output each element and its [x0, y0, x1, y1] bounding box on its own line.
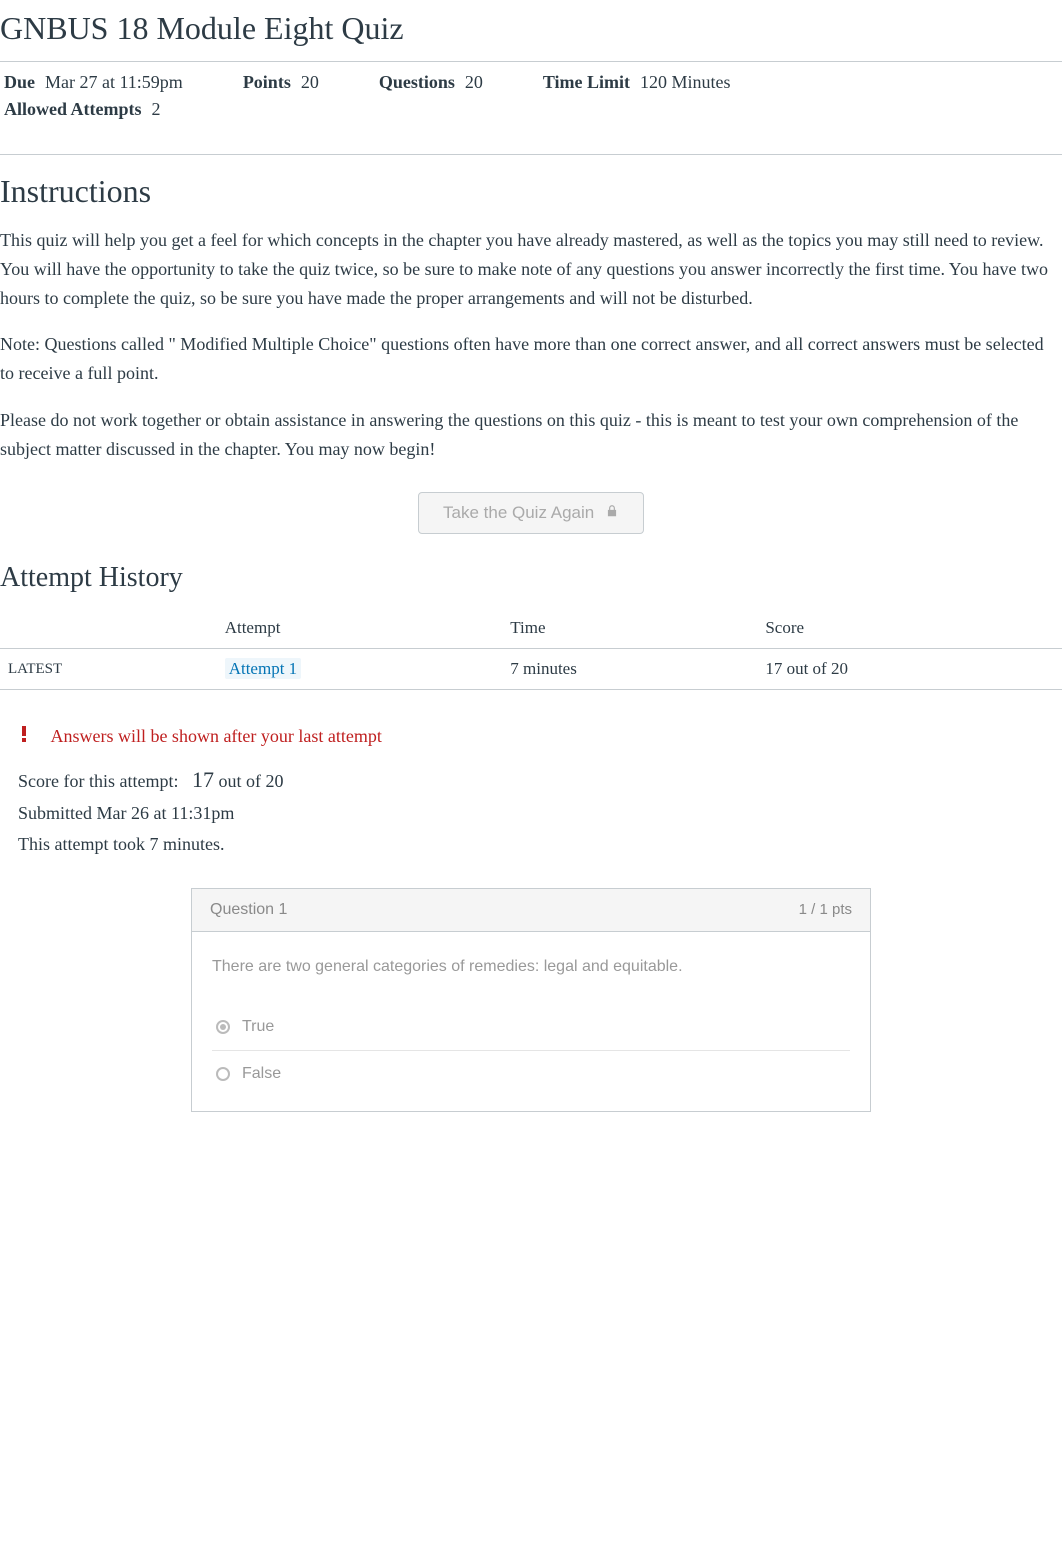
answer-true-label: True [242, 1018, 274, 1036]
score-number: 17 [192, 767, 214, 792]
attempts-value: 2 [152, 99, 161, 120]
quiz-meta-block: Due Mar 27 at 11:59pm Points 20 Question… [0, 61, 1062, 132]
question-points: 1 / 1 pts [799, 901, 852, 918]
col-attempt: Attempt [217, 608, 503, 649]
answer-false-row[interactable]: False [212, 1051, 850, 1097]
radio-selected-icon [216, 1020, 230, 1034]
col-score: Score [757, 608, 1062, 649]
meta-due: Due Mar 27 at 11:59pm [4, 72, 183, 93]
question-body: There are two general categories of reme… [192, 932, 870, 1111]
questions-label: Questions [379, 72, 455, 93]
meta-questions: Questions 20 [379, 72, 483, 93]
exclamation-icon [18, 726, 32, 747]
meta-points: Points 20 [243, 72, 319, 93]
question-card: Question 1 1 / 1 pts There are two gener… [191, 888, 871, 1112]
table-header-row: Attempt Time Score [0, 608, 1062, 649]
question-label: Question 1 [210, 901, 287, 919]
instructions-body: This quiz will help you get a feel for w… [0, 226, 1062, 464]
instructions-p3: Please do not work together or obtain as… [0, 406, 1062, 464]
alert-message: Answers will be shown after your last at… [50, 726, 381, 746]
answer-true-row[interactable]: True [212, 1004, 850, 1051]
due-value: Mar 27 at 11:59pm [45, 72, 183, 93]
page-title: GNBUS 18 Module Eight Quiz [0, 10, 1062, 47]
score-label: Score for this attempt: [18, 771, 178, 791]
col-time: Time [502, 608, 757, 649]
meta-attempts: Allowed Attempts 2 [4, 99, 161, 120]
attempt-link[interactable]: Attempt 1 [225, 658, 301, 679]
score-block: Score for this attempt: 17 out of 20 Sub… [18, 761, 1062, 860]
duration-line: This attempt took 7 minutes. [18, 829, 1062, 860]
due-label: Due [4, 72, 35, 93]
points-label: Points [243, 72, 291, 93]
question-text: There are two general categories of reme… [212, 958, 850, 976]
take-quiz-label: Take the Quiz Again [443, 503, 594, 522]
radio-unselected-icon [216, 1067, 230, 1081]
meta-timelimit: Time Limit 120 Minutes [543, 72, 731, 93]
instructions-p2: Note: Questions called " Modified Multip… [0, 330, 1062, 388]
instructions-heading: Instructions [0, 154, 1062, 210]
questions-value: 20 [465, 72, 483, 93]
alert-area: Answers will be shown after your last at… [18, 726, 1062, 747]
attempt-score: 17 out of 20 [757, 649, 1062, 690]
latest-label: LATEST [0, 649, 217, 690]
attempt-time: 7 minutes [502, 649, 757, 690]
answers-list: True False [212, 1004, 850, 1097]
attempts-label: Allowed Attempts [4, 99, 142, 120]
answer-false-label: False [242, 1065, 281, 1083]
timelimit-label: Time Limit [543, 72, 630, 93]
score-of: out of 20 [218, 771, 283, 791]
submitted-line: Submitted Mar 26 at 11:31pm [18, 798, 1062, 829]
timelimit-value: 120 Minutes [640, 72, 731, 93]
question-header: Question 1 1 / 1 pts [192, 889, 870, 932]
attempt-history-table: Attempt Time Score LATEST Attempt 1 7 mi… [0, 608, 1062, 690]
points-value: 20 [301, 72, 319, 93]
take-quiz-again-button[interactable]: Take the Quiz Again [418, 492, 644, 535]
instructions-p1: This quiz will help you get a feel for w… [0, 226, 1062, 312]
table-row: LATEST Attempt 1 7 minutes 17 out of 20 [0, 649, 1062, 690]
lock-icon [605, 503, 619, 523]
attempt-history-heading: Attempt History [0, 562, 1062, 594]
